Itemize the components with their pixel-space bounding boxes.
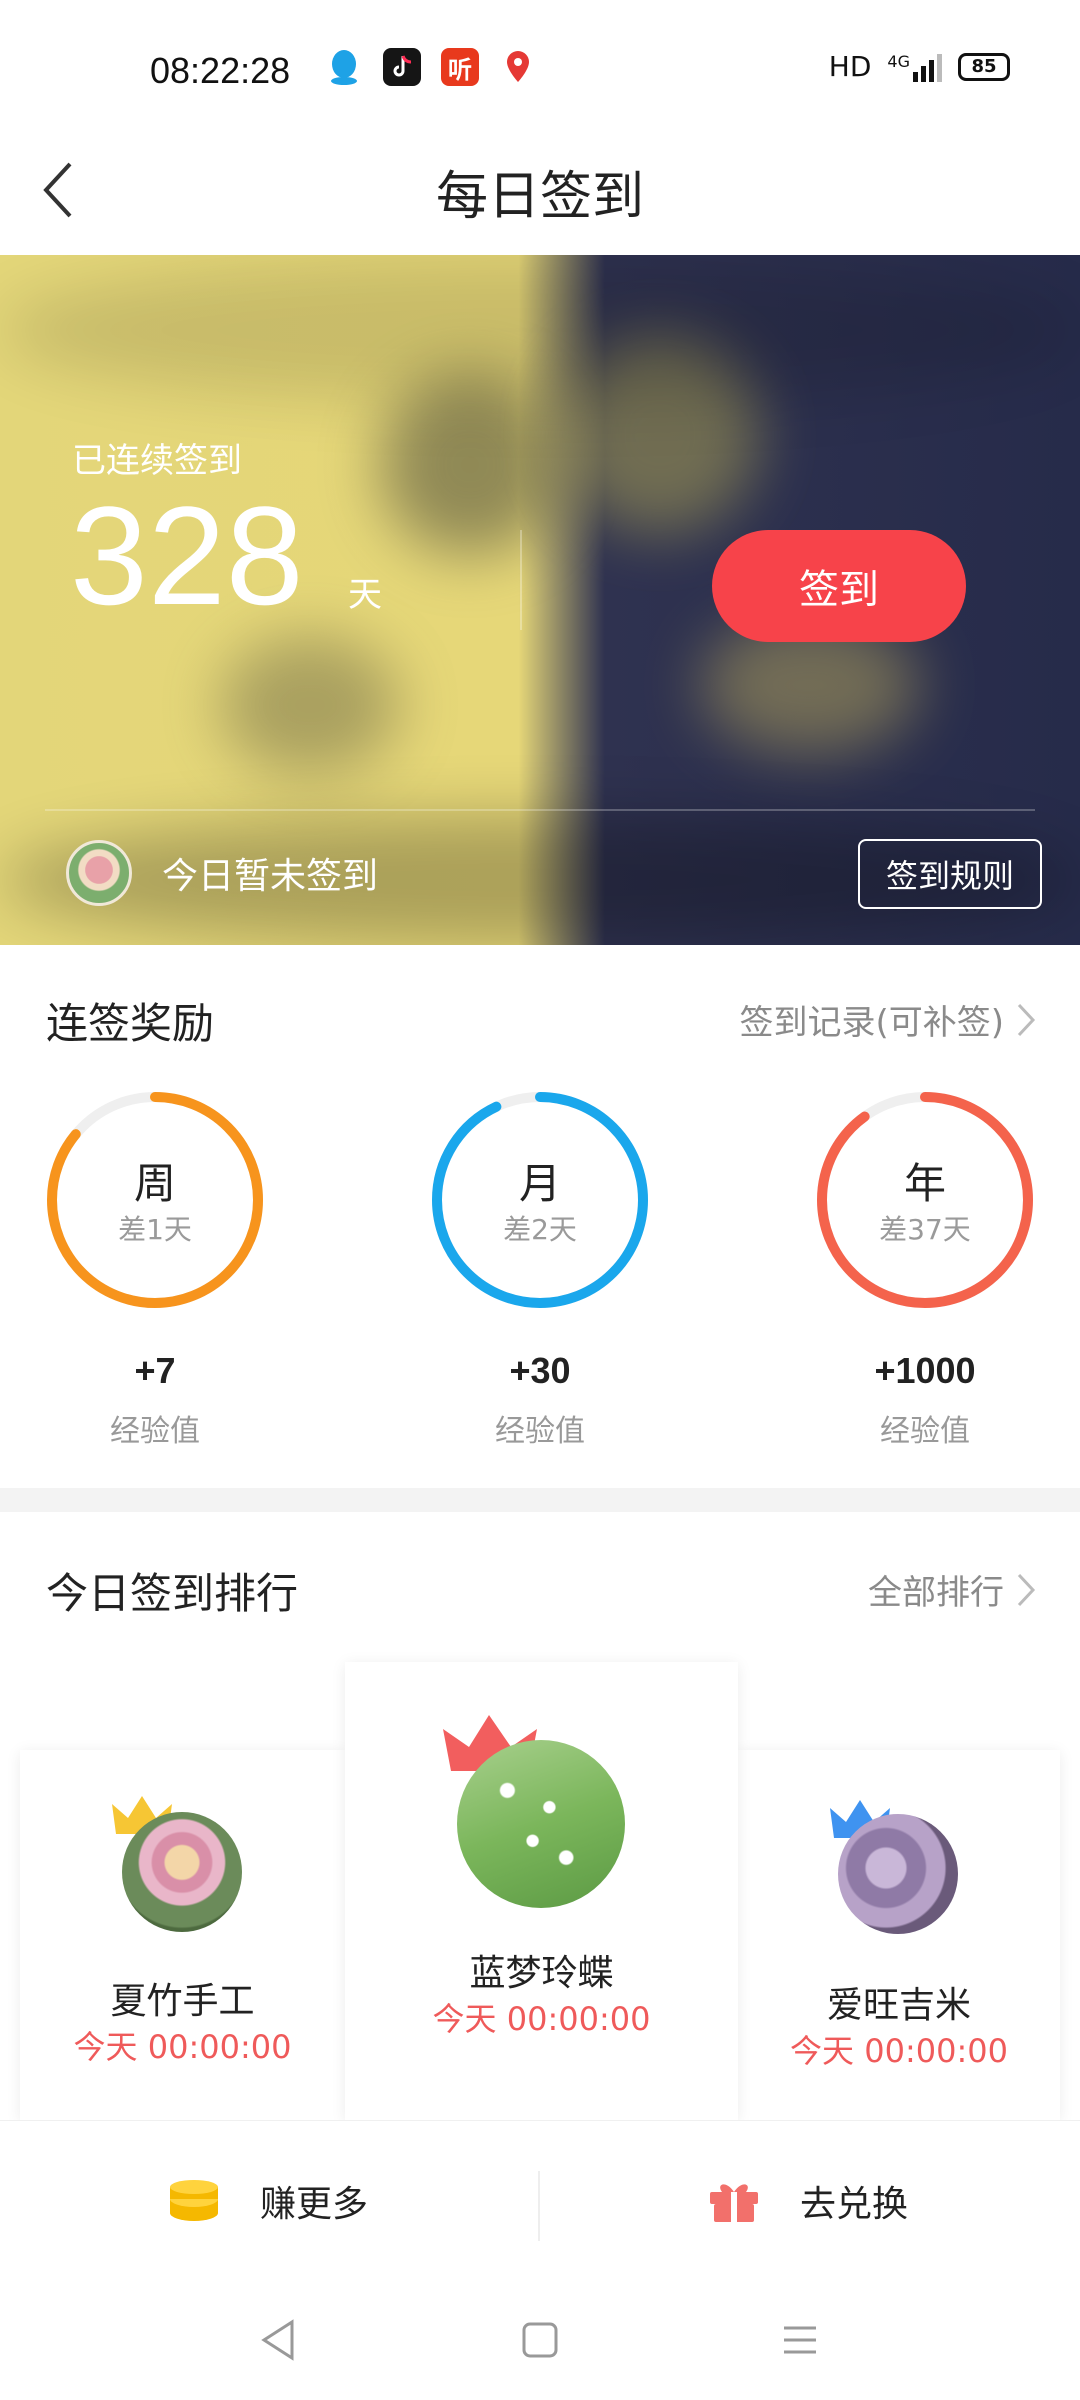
streak-days: 328 <box>70 477 304 634</box>
year-label: 年 <box>903 1159 946 1208</box>
rank-card-1[interactable]: 蓝梦玲蝶 今天 00:00:00 <box>345 1662 738 2120</box>
tiktok-icon <box>383 48 421 86</box>
menu-lines-icon <box>784 2326 816 2354</box>
signin-banner: 已连续签到 328 天 签到 今日暂未签到 签到规则 <box>0 255 1080 945</box>
all-ranking-label: 全部排行 <box>868 1573 1004 1613</box>
bottom-divider <box>538 2171 540 2241</box>
hd-label: HD <box>828 50 872 83</box>
status-right: HD 4G 85 <box>829 50 1010 83</box>
system-back-button[interactable] <box>248 2310 308 2370</box>
signal-icon: 4G <box>887 52 942 82</box>
rank-time-3: 今天 00:00:00 <box>790 2032 1008 2070</box>
week-remaining: 差1天 <box>118 1213 192 1246</box>
section-divider <box>0 1488 1080 1512</box>
banner-divider <box>520 530 522 630</box>
earn-more-label: 赚更多 <box>260 2184 369 2225</box>
chevron-right-icon <box>1017 1573 1036 1606</box>
signin-record-link[interactable]: 签到记录(可补签) <box>739 995 1036 1044</box>
square-home-icon <box>522 2322 558 2358</box>
exchange-button[interactable]: 去兑换 <box>708 2121 908 2281</box>
chevron-right-icon <box>1017 1003 1036 1036</box>
rank-avatar-2 <box>122 1812 242 1932</box>
year-remaining: 差37天 <box>879 1213 971 1246</box>
week-label: 周 <box>133 1159 176 1208</box>
signin-status: 今日暂未签到 <box>162 856 379 897</box>
rank-card-2[interactable]: 夏竹手工 今天 00:00:00 <box>20 1750 345 2120</box>
rank-time-2: 今天 00:00:00 <box>73 2028 292 2066</box>
status-time: 08:22:28 <box>150 50 291 91</box>
signin-record-label: 签到记录(可补签) <box>739 1003 1004 1043</box>
week-reward: +7 <box>134 1350 176 1391</box>
rank-name-2: 夏竹手工 <box>110 1981 255 2022</box>
ranking-title: 今日签到排行 <box>46 1569 299 1618</box>
triangle-back-icon <box>261 2319 294 2361</box>
rewards-title: 连签奖励 <box>46 999 215 1048</box>
du-location-icon <box>499 48 537 86</box>
coin-stack-icon <box>170 2180 218 2221</box>
ting-icon: 听 <box>441 48 479 86</box>
bottom-action-bar: 赚更多 去兑换 <box>0 2120 1080 2280</box>
system-menu-button[interactable] <box>770 2310 830 2370</box>
battery-icon: 85 <box>958 52 1010 81</box>
rank-avatar-1 <box>457 1740 625 1908</box>
banner-separator <box>45 809 1035 811</box>
week-reward-unit: 经验值 <box>110 1414 200 1449</box>
rank-name-3: 爱旺吉米 <box>826 1985 971 2026</box>
status-bar: 08:22:28 听 HD 4G 85 <box>0 0 1080 130</box>
earn-more-button[interactable]: 赚更多 <box>168 2121 368 2281</box>
rank-time-1: 今天 00:00:00 <box>432 2000 651 2038</box>
signal-label: 4G <box>887 51 910 71</box>
year-reward: +1000 <box>874 1350 976 1391</box>
qq-icon <box>325 48 363 86</box>
notification-icons: 听 <box>325 48 537 86</box>
rank-name-1: 蓝梦玲蝶 <box>469 1953 614 1994</box>
page-title: 每日签到 <box>435 167 644 227</box>
all-ranking-link[interactable]: 全部排行 <box>868 1565 1036 1614</box>
gift-icon <box>710 2184 758 2222</box>
month-label: 月 <box>518 1159 561 1208</box>
month-reward: +30 <box>509 1350 571 1391</box>
signin-rules-button[interactable]: 签到规则 <box>858 839 1042 909</box>
year-reward-unit: 经验值 <box>880 1414 970 1449</box>
daily-signin-page: 08:22:28 听 HD 4G 85 每日签到 已连续签到 328 天 签到 … <box>0 0 1080 2400</box>
rank-card-3[interactable]: 爱旺吉米 今天 00:00:00 <box>738 1750 1060 2120</box>
reward-year[interactable]: 年 差37天 +1000 经验值 <box>810 1090 1040 1450</box>
system-nav-bar <box>0 2280 1080 2400</box>
user-avatar[interactable] <box>66 840 132 906</box>
reward-month[interactable]: 月 差2天 +30 经验值 <box>425 1090 655 1450</box>
signin-button[interactable]: 签到 <box>712 530 966 642</box>
month-remaining: 差2天 <box>503 1213 577 1246</box>
month-reward-unit: 经验值 <box>495 1414 585 1449</box>
exchange-label: 去兑换 <box>800 2184 909 2225</box>
top-nav: 每日签到 <box>0 130 1080 255</box>
rank-avatar-3 <box>838 1814 958 1934</box>
reward-week[interactable]: 周 差1天 +7 经验值 <box>40 1090 270 1450</box>
streak-unit: 天 <box>348 575 382 615</box>
system-home-button[interactable] <box>510 2310 570 2370</box>
